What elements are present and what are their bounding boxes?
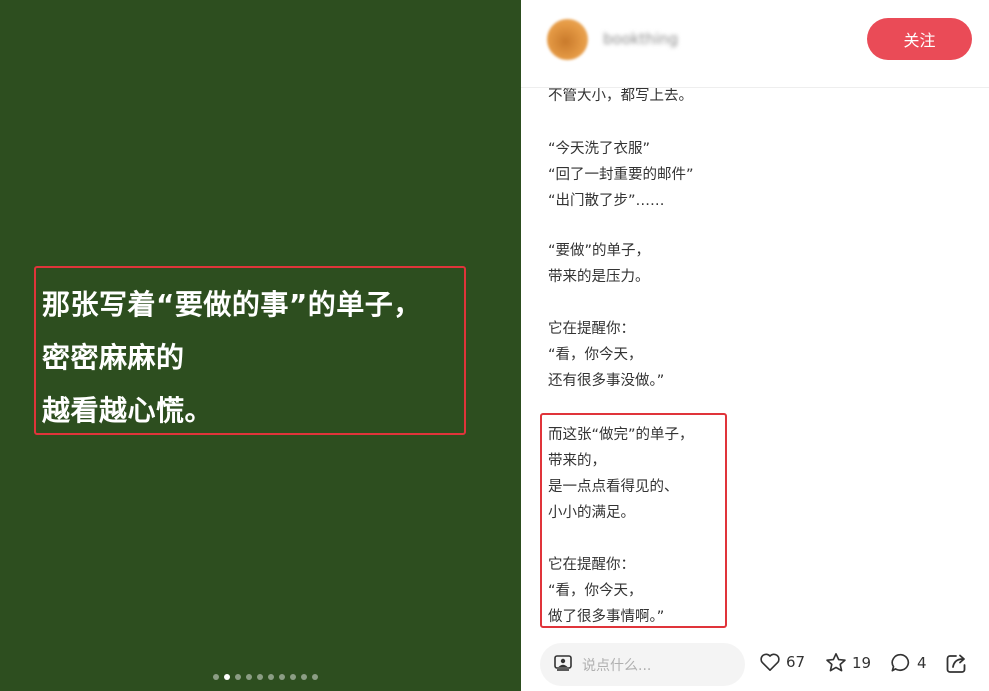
post-line: 而这张“做完”的单子，	[548, 427, 694, 443]
username[interactable]: bookthing	[603, 30, 678, 48]
like-button[interactable]: 67	[759, 652, 805, 672]
post-line: 带来的，	[548, 453, 606, 469]
comment-button[interactable]: 4	[890, 652, 927, 673]
carousel-dot[interactable]	[290, 674, 296, 680]
image-text-highlight: 那张写着“要做的事”的单子， 密密麻麻的 越看越心慌。	[34, 266, 466, 435]
carousel-indicator[interactable]	[0, 674, 521, 680]
comment-placeholder: 说点什么...	[582, 657, 652, 674]
carousel-dot[interactable]	[301, 674, 307, 680]
comment-icon	[890, 652, 912, 673]
comment-input[interactable]: 说点什么...	[540, 643, 745, 686]
post-header: bookthing 关注	[521, 0, 989, 88]
post-line: “今天洗了衣服”	[548, 141, 651, 157]
image-text-line-2: 密密麻麻的	[42, 341, 185, 374]
carousel-dot[interactable]	[246, 674, 252, 680]
star-icon	[825, 652, 847, 673]
share-icon	[945, 652, 969, 674]
post-line: 是一点点看得见的、	[548, 479, 679, 495]
carousel-dot[interactable]	[268, 674, 274, 680]
like-count: 67	[786, 653, 806, 671]
share-button[interactable]	[945, 652, 969, 674]
carousel-dot[interactable]	[257, 674, 263, 680]
carousel-dot-active[interactable]	[224, 674, 230, 680]
image-text-line-1: 那张写着“要做的事”的单子，	[42, 288, 422, 321]
post-line: “看，你今天，	[548, 347, 643, 363]
post-line: 做了很多事情啊。”	[548, 609, 665, 625]
comment-input-icon	[554, 654, 572, 675]
favorite-button[interactable]: 19	[825, 652, 871, 673]
post-detail-panel: bookthing 关注 不管大小，都写上去。 “今天洗了衣服” “回了一封重要…	[521, 0, 989, 691]
favorite-count: 19	[852, 653, 872, 672]
post-line: 它在提醒你：	[548, 557, 635, 573]
image-text-line-3: 越看越心慌。	[42, 394, 214, 427]
carousel-dot[interactable]	[235, 674, 241, 680]
avatar[interactable]	[547, 19, 588, 60]
post-line: 带来的是压力。	[548, 269, 650, 285]
post-line: 不管大小，都写上去。	[548, 88, 693, 104]
carousel-dot[interactable]	[213, 674, 219, 680]
post-line: 小小的满足。	[548, 505, 635, 521]
post-line: 它在提醒你：	[548, 321, 635, 337]
post-line: “要做”的单子，	[548, 243, 651, 259]
post-line: 还有很多事没做。”	[548, 373, 665, 389]
comment-count: 4	[917, 653, 927, 672]
post-line: “看，你今天，	[548, 583, 643, 599]
carousel-dot[interactable]	[279, 674, 285, 680]
engagement-bar: 说点什么... 67 19 4	[521, 630, 989, 691]
post-body: 不管大小，都写上去。 “今天洗了衣服” “回了一封重要的邮件” “出门散了步”……	[521, 88, 989, 630]
follow-button[interactable]: 关注	[867, 18, 972, 60]
carousel-dot[interactable]	[312, 674, 318, 680]
post-line: “回了一封重要的邮件”	[548, 167, 694, 183]
post-image[interactable]: 那张写着“要做的事”的单子， 密密麻麻的 越看越心慌。	[0, 0, 521, 691]
post-line: “出门散了步”……	[548, 193, 665, 209]
heart-icon	[759, 652, 781, 672]
